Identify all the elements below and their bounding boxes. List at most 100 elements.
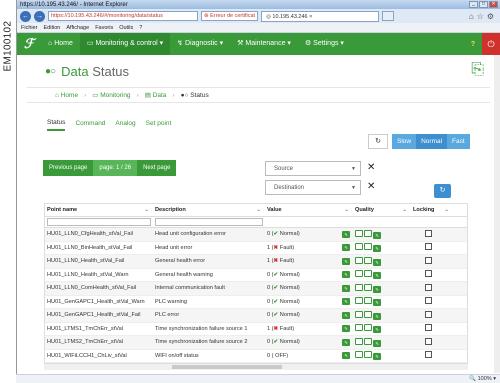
quality-indicator-icon[interactable] <box>364 351 372 359</box>
quality-indicator-icon[interactable] <box>364 324 372 332</box>
previous-page-button[interactable]: Previous page <box>43 160 94 176</box>
speed-normal[interactable]: Normal <box>416 134 448 149</box>
locking-checkbox[interactable] <box>425 297 432 305</box>
breadcrumb-data[interactable]: ▤ Data <box>145 91 167 99</box>
tab-command[interactable]: Command <box>75 117 105 130</box>
clear-destination-icon[interactable]: ✕ <box>367 181 375 192</box>
quality-indicator-icon[interactable] <box>364 270 372 278</box>
destination-select[interactable]: Destination ▼ <box>265 180 361 195</box>
quality-indicator-icon[interactable] <box>364 297 372 305</box>
quality-indicator-icon[interactable] <box>355 256 363 264</box>
quality-edit-icon[interactable]: ✎ <box>373 353 381 361</box>
speed-fast[interactable]: Fast <box>447 134 470 149</box>
quality-indicator-icon[interactable] <box>364 283 372 291</box>
user-icon[interactable]: ? <box>464 41 482 48</box>
next-page-button[interactable]: Next page <box>137 160 177 176</box>
locking-checkbox[interactable] <box>425 310 432 318</box>
table-row[interactable]: HU01_LLN0_Health_stVal_Fail General healt… <box>45 255 467 269</box>
menu-edition[interactable]: Edition <box>44 25 61 31</box>
tab-status[interactable]: Status <box>47 116 66 131</box>
certificate-error-badge[interactable]: ⊗ Erreur de certificat <box>201 11 259 21</box>
edit-value-icon[interactable]: ✎ <box>342 298 350 306</box>
browser-tools-icons[interactable]: ⌂☆⚙ <box>469 12 497 21</box>
nav-settings[interactable]: ⚙ Settings ▾ <box>298 33 351 55</box>
table-row[interactable]: HU01_LLN0_Health_stVal_Warn General healt… <box>45 269 467 282</box>
table-row[interactable]: HU01_LTMS1_TmChErr_stVal Time synchroniza… <box>45 323 467 336</box>
menu-favoris[interactable]: Favoris <box>95 25 113 31</box>
quality-indicator-icon[interactable] <box>364 243 372 251</box>
col-value[interactable]: Value ⌄ <box>265 207 353 213</box>
quality-indicator-icon[interactable] <box>355 243 363 251</box>
close-button[interactable]: ✕ <box>489 1 498 8</box>
edit-value-icon[interactable]: ✎ <box>342 284 350 292</box>
edit-value-icon[interactable]: ✎ <box>342 230 350 238</box>
forward-icon[interactable]: → <box>34 10 45 22</box>
col-quality[interactable]: Quality ⌄ <box>353 207 411 213</box>
edit-value-icon[interactable]: ✎ <box>342 352 350 360</box>
description-filter[interactable] <box>155 218 263 226</box>
speed-slow[interactable]: Slow <box>392 134 417 149</box>
refresh-icon[interactable]: ↻ <box>368 134 388 149</box>
point-name-filter[interactable] <box>47 218 151 226</box>
quality-indicator-icon[interactable] <box>364 337 372 345</box>
back-icon[interactable]: ← <box>20 10 31 22</box>
col-locking[interactable]: Locking ⌄ <box>411 207 453 213</box>
quality-indicator-icon[interactable] <box>355 351 363 359</box>
quality-edit-icon[interactable]: ✎ <box>373 312 381 320</box>
locking-checkbox[interactable] <box>425 283 432 291</box>
quality-edit-icon[interactable]: ✎ <box>373 231 381 239</box>
new-tab-button[interactable] <box>382 11 395 21</box>
locking-checkbox[interactable] <box>425 270 432 278</box>
quality-edit-icon[interactable]: ✎ <box>373 285 381 293</box>
col-point-name[interactable]: Point name ⌄ <box>45 207 153 213</box>
horizontal-scrollbar[interactable] <box>44 363 468 370</box>
url-field[interactable]: https://10.195.43.246/#/monitoring/data/… <box>48 11 198 21</box>
table-row[interactable]: HU01_LLN0_BinHealth_stVal_Fail Head unit … <box>45 242 467 255</box>
logout-icon[interactable]: ⏻ <box>482 33 500 55</box>
grid-refresh-icon[interactable]: ↻ <box>434 184 451 198</box>
edit-value-icon[interactable]: ✎ <box>342 325 350 333</box>
tab-analog[interactable]: Analog <box>115 117 135 130</box>
locking-checkbox[interactable] <box>425 256 432 264</box>
nav-monitoring[interactable]: ▭ Monitoring & control ▾ <box>79 33 171 55</box>
quality-edit-icon[interactable]: ✎ <box>373 245 381 253</box>
edit-value-icon[interactable]: ✎ <box>342 311 350 319</box>
table-row[interactable]: HU01_LLN0_ComHealth_stVal_Fail Internal c… <box>45 282 467 296</box>
edit-value-icon[interactable]: ✎ <box>342 257 350 265</box>
quality-indicator-icon[interactable] <box>355 229 363 237</box>
menu-help[interactable]: ? <box>139 25 142 31</box>
quality-indicator-icon[interactable] <box>364 310 372 318</box>
col-description[interactable]: Description ⌄ <box>153 207 265 213</box>
menu-affichage[interactable]: Affichage <box>66 25 89 31</box>
table-row[interactable]: HU01_LLN0_CfgHealth_stVal_Fail Head unit … <box>45 228 467 242</box>
locking-checkbox[interactable] <box>425 337 432 345</box>
nav-diagnostic[interactable]: ↯ Diagnostic ▾ <box>170 33 230 55</box>
edit-value-icon[interactable]: ✎ <box>342 271 350 279</box>
quality-indicator-icon[interactable] <box>355 283 363 291</box>
quality-edit-icon[interactable]: ✎ <box>373 326 381 334</box>
table-row[interactable]: HU01_WIFiLCCH1_ChLiv_stVal WIFI on/off st… <box>45 350 467 363</box>
maximize-button[interactable]: □ <box>479 1 488 8</box>
tab-set-point[interactable]: Set point <box>146 117 172 130</box>
clear-source-icon[interactable]: ✕ <box>367 162 375 173</box>
quality-indicator-icon[interactable] <box>355 297 363 305</box>
quality-indicator-icon[interactable] <box>364 256 372 264</box>
edit-value-icon[interactable]: ✎ <box>342 338 350 346</box>
table-row[interactable]: HU01_GenGAPC1_Health_stVal_Warn PLC warni… <box>45 296 467 309</box>
browser-tab[interactable]: ◎ 10.195.43.246 × <box>261 10 380 22</box>
locking-checkbox[interactable] <box>425 351 432 359</box>
quality-indicator-icon[interactable] <box>355 270 363 278</box>
quality-indicator-icon[interactable] <box>355 310 363 318</box>
source-select[interactable]: Source ▼ <box>265 161 361 176</box>
table-row[interactable]: HU01_LTMS2_TmChErr_stVal Time synchroniza… <box>45 336 467 350</box>
vertical-scrollbar[interactable] <box>494 55 500 373</box>
locking-checkbox[interactable] <box>425 229 432 237</box>
quality-edit-icon[interactable]: ✎ <box>373 272 381 280</box>
breadcrumb-monitoring[interactable]: ▭ Monitoring <box>92 91 130 99</box>
quality-edit-icon[interactable]: ✎ <box>373 299 381 307</box>
quality-indicator-icon[interactable] <box>364 229 372 237</box>
quality-indicator-icon[interactable] <box>355 337 363 345</box>
quality-edit-icon[interactable]: ✎ <box>373 258 381 266</box>
menu-fichier[interactable]: Fichier <box>21 25 38 31</box>
menu-outils[interactable]: Outils <box>119 25 133 31</box>
